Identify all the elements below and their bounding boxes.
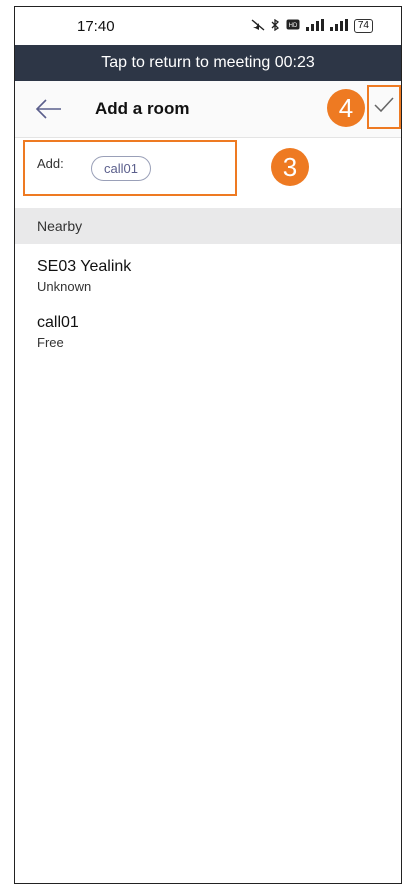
nearby-section-header: Nearby [15, 208, 401, 244]
confirm-button[interactable] [367, 85, 401, 129]
add-section: Add: call01 3 [15, 138, 401, 208]
banner-text: Tap to return to meeting 00:23 [101, 54, 315, 71]
page-title: Add a room [95, 99, 190, 118]
nearby-heading: Nearby [37, 218, 83, 234]
add-field[interactable]: Add: call01 [23, 140, 237, 196]
return-to-meeting-banner[interactable]: Tap to return to meeting 00:23 [15, 45, 401, 81]
back-arrow-icon[interactable] [33, 95, 63, 123]
room-status: Unknown [37, 279, 92, 294]
status-bar: 17:40 HD 74 [15, 7, 401, 45]
hd-icon: HD [286, 19, 300, 33]
phone-screen: 17:40 HD 74 Tap to return to meeting 00:… [14, 6, 402, 884]
room-name: SE03 Yealink [37, 258, 132, 275]
bluetooth-icon [271, 18, 280, 34]
signal-icon [305, 18, 324, 34]
add-label: Add: [37, 156, 64, 171]
signal-icon [329, 18, 348, 34]
room-list-item[interactable]: call01 Free [15, 294, 401, 350]
status-time: 17:40 [77, 17, 115, 35]
mute-icon [251, 18, 265, 34]
room-status: Free [37, 335, 64, 350]
header: Add a room 4 [15, 81, 401, 138]
room-name: call01 [37, 314, 79, 331]
svg-text:HD: HD [289, 23, 298, 29]
room-list-item[interactable]: SE03 Yealink Unknown [15, 244, 401, 294]
step-3-badge: 3 [271, 148, 309, 186]
step-4-badge: 4 [327, 89, 365, 127]
selected-room-chip[interactable]: call01 [91, 156, 151, 181]
battery-icon: 74 [353, 19, 373, 33]
check-icon [373, 96, 395, 119]
status-icons: HD 74 [251, 18, 373, 34]
